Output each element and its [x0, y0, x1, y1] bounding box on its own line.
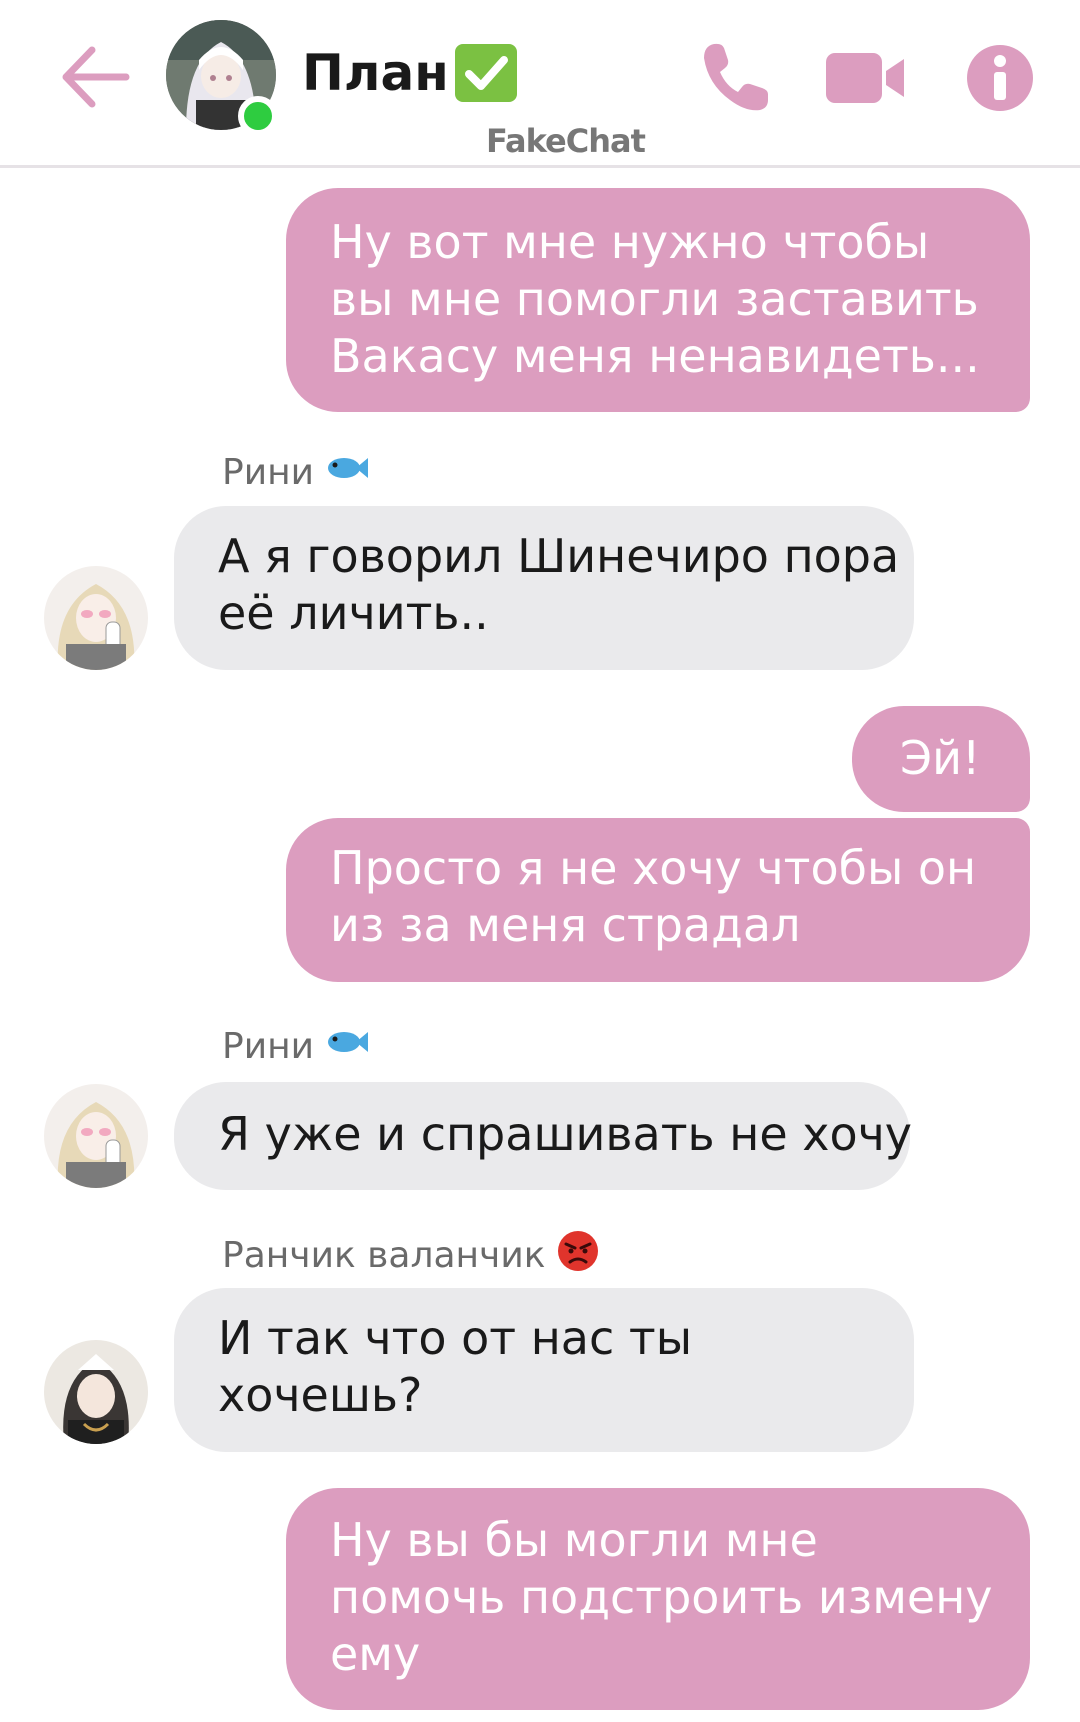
- message-line: Просто я не хочу чтобы он: [330, 841, 977, 895]
- message-line: Вакасу меня ненавидеть...: [330, 329, 980, 383]
- sender-label: Рини: [222, 452, 315, 493]
- message-bubble-outgoing[interactable]: Эй!: [852, 706, 1030, 812]
- message-line: Ну вы бы могли мне: [330, 1513, 818, 1567]
- sender-name: Рини: [222, 452, 370, 493]
- chat-title: План: [302, 44, 449, 102]
- chat-header: План FakeChat: [0, 0, 1080, 168]
- message-line: Я уже и спрашивать не хочу: [218, 1107, 913, 1161]
- avatar-rini[interactable]: [44, 1084, 148, 1188]
- sender-name: Ранчик валанчик: [222, 1230, 599, 1281]
- message-bubble-outgoing[interactable]: Ну вот мне нужно чтобы вы мне помогли за…: [286, 188, 1030, 412]
- sender-name: Рини: [222, 1026, 370, 1067]
- phone-icon[interactable]: [700, 40, 772, 114]
- fish-icon: [326, 1026, 370, 1067]
- avatar-ranchik[interactable]: [44, 1340, 148, 1444]
- message-line: её личить..: [218, 586, 489, 640]
- message-bubble-incoming[interactable]: А я говорил Шинечиро пора её личить..: [174, 506, 914, 670]
- message-bubble-incoming[interactable]: И так что от нас ты хочешь?: [174, 1288, 914, 1452]
- message-line: И так что от нас ты: [218, 1311, 693, 1365]
- back-arrow-icon[interactable]: [58, 44, 130, 110]
- info-icon[interactable]: [966, 44, 1034, 112]
- message-bubble-incoming[interactable]: Я уже и спрашивать не хочу: [174, 1082, 913, 1190]
- message-bubble-outgoing[interactable]: Просто я не хочу чтобы он из за меня стр…: [286, 818, 1030, 982]
- message-line: помочь подстроить измену: [330, 1570, 993, 1624]
- sender-label: Рини: [222, 1026, 315, 1067]
- message-line: из за меня страдал: [330, 898, 801, 952]
- angry-face-icon: [557, 1230, 599, 1281]
- message-line: А я говорил Шинечиро пора: [218, 529, 900, 583]
- message-line: хочешь?: [218, 1368, 423, 1422]
- online-status-dot: [238, 96, 278, 136]
- message-line: вы мне помогли заставить: [330, 272, 979, 326]
- message-line: Ну вот мне нужно чтобы: [330, 215, 930, 269]
- fish-icon: [326, 452, 370, 493]
- message-line: ему: [330, 1627, 421, 1681]
- verified-check-icon: [454, 44, 517, 102]
- avatar-rini[interactable]: [44, 566, 148, 670]
- chat-title-row[interactable]: План: [302, 44, 517, 102]
- message-line: Эй!: [900, 731, 981, 785]
- video-camera-icon[interactable]: [824, 47, 906, 109]
- message-bubble-outgoing[interactable]: Ну вы бы могли мне помочь подстроить изм…: [286, 1488, 1030, 1710]
- watermark: FakeChat: [486, 122, 646, 160]
- sender-label: Ранчик валанчик: [222, 1235, 546, 1276]
